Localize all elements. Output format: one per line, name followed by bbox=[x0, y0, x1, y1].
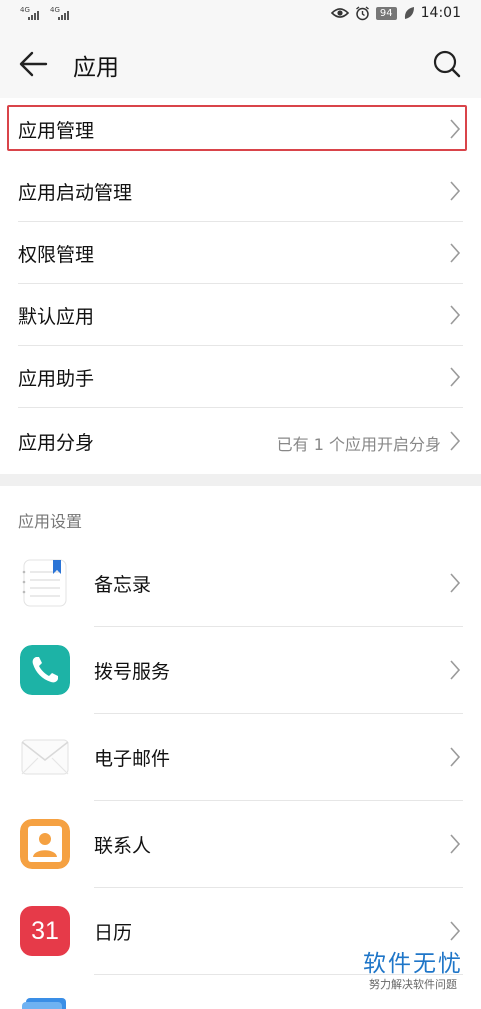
menu-item-label: 应用管理 bbox=[18, 120, 95, 142]
gallery-icon bbox=[22, 998, 66, 1009]
menu-item-app-management[interactable]: 应用管理 bbox=[0, 98, 481, 160]
calendar-icon-date: 31 bbox=[31, 917, 59, 945]
app-item-contacts[interactable]: 联系人 bbox=[0, 801, 481, 888]
app-item-notepad[interactable]: 备忘录 bbox=[0, 540, 481, 627]
chevron-right-icon bbox=[450, 834, 461, 854]
watermark-subtitle: 努力解决软件问题 bbox=[369, 978, 457, 991]
section-header: 应用设置 bbox=[18, 512, 83, 531]
menu-item-default-apps[interactable]: 默认应用 bbox=[0, 284, 481, 346]
notepad-icon bbox=[22, 559, 67, 607]
chevron-right-icon bbox=[450, 431, 461, 451]
menu-item-label: 应用助手 bbox=[18, 368, 95, 390]
app-item-label: 电子邮件 bbox=[94, 748, 171, 770]
phone-icon bbox=[20, 645, 70, 695]
menu-item-app-twin[interactable]: 应用分身 已有 1 个应用开启分身 bbox=[0, 410, 481, 472]
alarm-icon bbox=[355, 5, 369, 20]
contacts-icon bbox=[20, 819, 70, 869]
chevron-right-icon bbox=[450, 243, 461, 263]
menu-item-app-assistant[interactable]: 应用助手 bbox=[0, 346, 481, 408]
divider bbox=[18, 407, 463, 408]
menu-item-label: 应用启动管理 bbox=[18, 182, 133, 204]
app-item-dialer[interactable]: 拨号服务 bbox=[0, 627, 481, 714]
eye-comfort-icon bbox=[330, 8, 349, 18]
leaf-icon bbox=[404, 7, 414, 19]
watermark-title: 软件无忧 bbox=[363, 951, 463, 977]
email-icon bbox=[21, 739, 69, 775]
chevron-right-icon bbox=[450, 367, 461, 387]
time: 14:01 bbox=[420, 5, 461, 21]
watermark: 软件无忧 努力解决软件问题 bbox=[363, 950, 463, 992]
chevron-right-icon bbox=[450, 305, 461, 325]
chevron-right-icon bbox=[450, 660, 461, 680]
menu-item-permissions[interactable]: 权限管理 bbox=[0, 222, 481, 284]
status-bar: 4G 4G 94 14:01 bbox=[0, 0, 481, 28]
back-arrow-icon bbox=[19, 51, 48, 77]
signal-icon bbox=[28, 10, 42, 20]
app-item-label: 日历 bbox=[94, 922, 133, 944]
menu-item-app-launch-management[interactable]: 应用启动管理 bbox=[0, 160, 481, 222]
search-button[interactable] bbox=[427, 44, 467, 84]
calendar-icon: 31 bbox=[20, 906, 70, 956]
search-icon bbox=[433, 50, 461, 78]
app-item-label: 备忘录 bbox=[94, 574, 152, 596]
app-item-label: 拨号服务 bbox=[94, 661, 171, 683]
chevron-right-icon bbox=[450, 921, 461, 941]
menu-item-label: 权限管理 bbox=[18, 244, 95, 266]
back-button[interactable] bbox=[14, 44, 54, 84]
app-menu-list: 应用管理 应用启动管理 权限管理 默认应用 应用助手 应用分身 已有 1 个应用… bbox=[0, 98, 481, 474]
section-gap bbox=[0, 474, 481, 486]
page-title: 应用 bbox=[73, 55, 119, 81]
menu-item-label: 应用分身 bbox=[18, 432, 95, 454]
menu-item-label: 默认应用 bbox=[18, 306, 95, 328]
chevron-right-icon bbox=[450, 181, 461, 201]
app-item-label: 联系人 bbox=[94, 835, 152, 857]
chevron-right-icon bbox=[450, 747, 461, 767]
chevron-right-icon bbox=[450, 573, 461, 593]
battery-icon: 94 bbox=[375, 6, 397, 20]
app-settings-list: 应用设置 备忘录 拨号服务 电子邮件 联系人 31 日历 bbox=[0, 486, 481, 1009]
menu-item-value: 已有 1 个应用开启分身 bbox=[276, 435, 441, 454]
signal-icon bbox=[58, 10, 72, 20]
app-item-email[interactable]: 电子邮件 bbox=[0, 714, 481, 801]
chevron-right-icon bbox=[450, 119, 461, 139]
app-bar: 应用 bbox=[0, 28, 481, 98]
